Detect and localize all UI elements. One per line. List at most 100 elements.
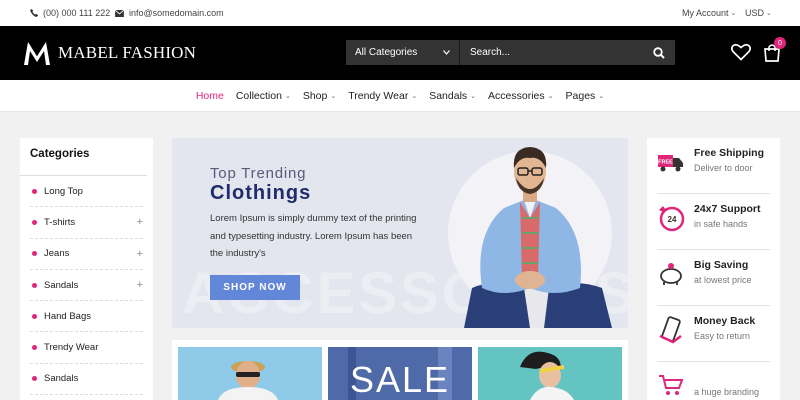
category-item-trendy-wear[interactable]: Trendy Wear xyxy=(30,332,143,364)
chevron-down-icon: ⌄ xyxy=(730,10,737,17)
service-title: Big Saving xyxy=(694,259,749,271)
category-item-sandals-2[interactable]: Sandals xyxy=(30,364,143,396)
nav-item-trendy-wear[interactable]: Trendy Wear ⌄ xyxy=(348,90,417,102)
categories-title: Categories xyxy=(20,138,147,176)
nav-label: Home xyxy=(195,89,224,102)
chevron-down-icon: ⌄ xyxy=(411,92,418,100)
chevron-down-icon: ⌄ xyxy=(766,10,772,17)
chevron-down-icon: ⌄ xyxy=(330,92,337,100)
bullet-icon xyxy=(32,376,37,382)
email-address: info@somedomain.com xyxy=(129,8,224,18)
nav-item-home[interactable]: Home xyxy=(196,90,224,102)
currency-dropdown[interactable]: USD ⌄ xyxy=(745,8,772,18)
categories-sidebar: Categories Long Top T-shirts + Jeans + San… xyxy=(20,138,153,400)
phone-icon xyxy=(30,9,38,17)
service-title: 24x7 Support xyxy=(694,203,761,215)
category-item-jeans[interactable]: Jeans + xyxy=(30,239,143,270)
service-subtitle: in safe hands xyxy=(694,219,748,229)
top-utility-bar: (00) 000 111 222 info@somedomain.com My … xyxy=(0,0,800,26)
nav-item-collection[interactable]: Collection ⌄ xyxy=(236,90,291,102)
category-label: Sandals xyxy=(44,279,79,291)
phone-number: (00) 000 111 222 xyxy=(43,8,111,18)
search-placeholder: Search... xyxy=(470,47,511,58)
service-branding: a huge branding xyxy=(657,362,770,400)
service-big-saving: Big Saving at lowest price xyxy=(657,250,770,306)
site-logo[interactable]: MABEL FASHION xyxy=(22,39,196,67)
nav-label: Accessories xyxy=(488,89,545,102)
heart-icon xyxy=(731,43,751,61)
service-support: 24 24x7 Support in safe hands xyxy=(657,194,770,250)
cart-icon xyxy=(659,375,684,395)
nav-label: Collection xyxy=(235,89,282,102)
chevron-down-icon: ⌄ xyxy=(470,92,477,100)
main-header: MABEL FASHION All Categories Search... 0 xyxy=(0,26,800,80)
search-category-select[interactable]: All Categories xyxy=(346,40,460,65)
envelope-icon xyxy=(115,9,124,17)
bullet-icon xyxy=(32,313,37,319)
expand-plus-icon[interactable]: + xyxy=(137,248,143,260)
service-free-shipping: FREE Free Shipping Deliver to door xyxy=(657,138,770,194)
service-title: Free Shipping xyxy=(694,147,765,159)
shop-now-button[interactable]: SHOP NOW xyxy=(210,275,300,300)
main-navigation: Home Collection ⌄ Shop ⌄ Trendy Wear ⌄ Sand… xyxy=(0,80,800,112)
cart-button[interactable]: 0 xyxy=(761,37,786,63)
bullet-icon xyxy=(32,345,37,351)
search-input[interactable]: Search... xyxy=(460,40,675,65)
support-badge-text: 24 xyxy=(668,215,677,224)
service-subtitle: Easy to return xyxy=(694,331,751,341)
promo-banner-woman[interactable] xyxy=(478,347,622,400)
category-item-hand-bags[interactable]: Hand Bags xyxy=(30,301,143,333)
bullet-icon xyxy=(32,219,37,225)
hero-description: Lorem Ipsum is simply dummy text of the … xyxy=(210,213,417,259)
category-item-sandals[interactable]: Sandals + xyxy=(30,270,143,302)
service-subtitle: at lowest price xyxy=(694,275,752,285)
bullet-icon xyxy=(32,282,37,288)
support-24-icon: 24 xyxy=(659,206,685,232)
chevron-down-icon: ⌄ xyxy=(598,92,605,100)
promo-banners: SALE xyxy=(172,340,628,400)
expand-plus-icon[interactable]: + xyxy=(137,279,143,291)
search-bar: All Categories Search... xyxy=(346,40,675,65)
nav-item-pages[interactable]: Pages ⌄ xyxy=(566,90,605,102)
email-contact[interactable]: info@somedomain.com xyxy=(115,8,224,18)
phone-contact[interactable]: (00) 000 111 222 xyxy=(30,8,110,18)
hero-banner: ACCESSORIES Top Trending Clothings Lorem… xyxy=(172,138,628,328)
hero-title: Clothings xyxy=(210,182,312,204)
nav-label: Sandals xyxy=(429,89,468,102)
free-badge-text: FREE xyxy=(658,160,673,166)
category-item-t-shirts[interactable]: T-shirts + xyxy=(30,207,143,239)
search-icon[interactable] xyxy=(653,46,665,59)
service-subtitle: Deliver to door xyxy=(694,163,753,173)
chevron-down-icon: ⌄ xyxy=(547,92,554,100)
promo-banner-man[interactable] xyxy=(178,347,322,400)
category-label: Hand Bags xyxy=(44,310,92,322)
promo-banner-sale[interactable]: SALE xyxy=(328,347,472,400)
category-label: T-shirts xyxy=(44,216,76,228)
nav-item-accessories[interactable]: Accessories ⌄ xyxy=(488,90,553,102)
bullet-icon xyxy=(32,251,37,257)
category-item-long-top[interactable]: Long Top xyxy=(30,176,143,208)
category-label: Long Top xyxy=(44,185,83,197)
service-money-back: Money Back Easy to return xyxy=(657,306,770,362)
nav-label: Shop xyxy=(302,89,328,102)
bullet-icon xyxy=(32,188,37,194)
hero-model-image xyxy=(448,147,612,328)
nav-item-sandals[interactable]: Sandals ⌄ xyxy=(429,90,476,102)
my-account-label: My Account xyxy=(682,8,729,18)
wishlist-button[interactable] xyxy=(730,41,752,63)
truck-icon: FREE xyxy=(658,155,683,172)
logo-mark-icon xyxy=(22,39,52,67)
category-label: Jeans xyxy=(44,248,70,260)
chevron-down-icon: ⌄ xyxy=(284,92,291,100)
piggy-bank-icon xyxy=(660,263,682,285)
expand-plus-icon[interactable]: + xyxy=(137,216,143,228)
hero-subtitle: Top Trending xyxy=(210,165,307,182)
promo-man-image xyxy=(218,361,278,400)
search-category-value: All Categories xyxy=(355,47,418,58)
my-account-dropdown[interactable]: My Account ⌄ xyxy=(682,8,736,18)
nav-item-shop[interactable]: Shop ⌄ xyxy=(303,90,336,102)
chevron-down-icon xyxy=(443,50,450,55)
services-panel: FREE Free Shipping Deliver to door 24 24… xyxy=(647,138,780,400)
brand-name: MABEL FASHION xyxy=(58,43,197,62)
service-subtitle: a huge branding xyxy=(694,387,760,397)
